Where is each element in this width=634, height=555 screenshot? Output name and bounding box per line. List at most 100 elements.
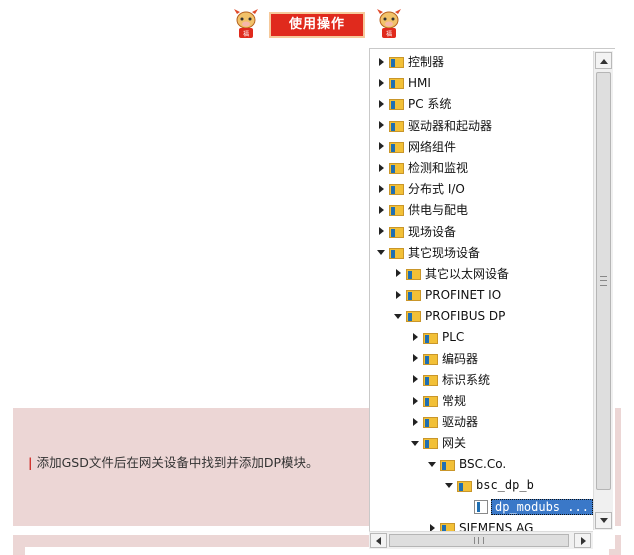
- expand-arrow-right-icon[interactable]: [376, 99, 386, 109]
- tree-item-label: PROFIBUS DP: [425, 308, 506, 323]
- tree-item[interactable]: 标识系统: [370, 369, 594, 390]
- ox-mascot-icon: 福: [234, 9, 258, 38]
- device-icon: [474, 499, 488, 514]
- horizontal-scroll-thumb[interactable]: [389, 534, 569, 547]
- folder-icon: [440, 458, 456, 471]
- tree-item-label: 驱动器: [442, 415, 479, 430]
- tree-item[interactable]: 网关: [370, 432, 594, 453]
- tree-item-label: 现场设备: [408, 224, 457, 239]
- folder-icon: [406, 267, 422, 280]
- folder-icon: [389, 140, 405, 153]
- expand-arrow-right-icon[interactable]: [410, 353, 420, 363]
- expand-arrow-down-icon[interactable]: [393, 311, 403, 321]
- folder-icon: [389, 119, 405, 132]
- expand-arrow-down-icon[interactable]: [376, 247, 386, 257]
- scroll-down-icon[interactable]: [595, 512, 612, 529]
- tree-item-label: 控制器: [408, 55, 445, 70]
- folder-icon: [423, 331, 439, 344]
- expand-arrow-right-icon[interactable]: [410, 396, 420, 406]
- tree-item-label: 供电与配电: [408, 203, 469, 218]
- tree-item-label: 其它以太网设备: [425, 266, 510, 281]
- expand-arrow-right-icon[interactable]: [376, 141, 386, 151]
- tree-item[interactable]: 控制器: [370, 51, 594, 72]
- tree-item[interactable]: dp_modubs ...: [370, 496, 594, 517]
- expand-arrow-right-icon[interactable]: [376, 205, 386, 215]
- expand-arrow-right-icon[interactable]: [410, 374, 420, 384]
- tree-item[interactable]: 分布式 I/O: [370, 178, 594, 199]
- tree-item[interactable]: 现场设备: [370, 221, 594, 242]
- expand-arrow-right-icon[interactable]: [376, 57, 386, 67]
- tree-item[interactable]: 其它现场设备: [370, 242, 594, 263]
- expand-arrow-right-icon[interactable]: [376, 78, 386, 88]
- folder-icon: [406, 288, 422, 302]
- folder-icon: [423, 415, 439, 429]
- folder-icon: [389, 55, 405, 69]
- tree-item-label: 网关: [442, 436, 467, 451]
- tree-item-label: BSC.Co.: [459, 457, 507, 472]
- expand-arrow-down-icon[interactable]: [427, 459, 437, 469]
- folder-icon: [457, 479, 473, 492]
- section-title: 使用操作: [269, 12, 365, 38]
- ox-mascot-icon: 福: [377, 9, 401, 38]
- tree-item-label: 驱动器和起动器: [408, 118, 493, 133]
- catalog-tree[interactable]: 控制器 HMI PC 系统驱动器和起动器网络组件检测和监视分布式 I/O 供电与配电现…: [369, 48, 615, 549]
- tree-item[interactable]: 网络组件: [370, 136, 594, 157]
- expand-arrow-right-icon[interactable]: [376, 184, 386, 194]
- scroll-left-icon[interactable]: [370, 533, 387, 548]
- tree-item[interactable]: 编码器: [370, 348, 594, 369]
- scroll-up-icon[interactable]: [595, 52, 612, 69]
- folder-icon: [389, 76, 405, 90]
- scroll-right-icon[interactable]: [574, 533, 591, 548]
- folder-icon: [406, 309, 422, 323]
- folder-icon: [389, 182, 405, 196]
- tree-item-label: 分布式 I/O: [408, 182, 465, 197]
- tree-item[interactable]: PROFINET IO: [370, 284, 594, 305]
- vertical-scrollbar[interactable]: [593, 51, 613, 530]
- svg-text:福: 福: [243, 30, 249, 38]
- tree-item[interactable]: 其它以太网设备: [370, 263, 594, 284]
- header-banner: 福 使用操作 福: [232, 8, 404, 42]
- expand-arrow-down-icon[interactable]: [444, 480, 454, 490]
- caption-text: 添加GSD文件后在网关设备中找到并添加DP模块。: [36, 455, 319, 470]
- grip-icon: [474, 537, 484, 544]
- tree-item-label: 编码器: [442, 351, 479, 366]
- folder-icon: [423, 436, 439, 450]
- tree-item[interactable]: 供电与配电: [370, 199, 594, 220]
- tree-item[interactable]: BSC.Co.: [370, 454, 594, 475]
- tree-rows: 控制器 HMI PC 系统驱动器和起动器网络组件检测和监视分布式 I/O 供电与配电现…: [370, 51, 594, 538]
- tree-item-label: 标识系统: [442, 372, 491, 387]
- svg-text:福: 福: [386, 30, 392, 38]
- folder-icon: [423, 352, 439, 365]
- expand-arrow-right-icon[interactable]: [410, 332, 420, 342]
- caption-marker: |: [28, 455, 33, 470]
- expand-arrow-right-icon[interactable]: [410, 417, 420, 427]
- expand-arrow-right-icon[interactable]: [393, 290, 403, 300]
- tree-item-label: 常规: [442, 394, 467, 409]
- vertical-scroll-thumb[interactable]: [596, 72, 611, 490]
- tree-item[interactable]: 检测和监视: [370, 157, 594, 178]
- tree-item[interactable]: PLC: [370, 326, 594, 347]
- tree-item-label: 检测和监视: [408, 161, 469, 176]
- tree-item-label: PLC: [442, 330, 465, 345]
- tree-item-label: PROFINET IO: [425, 287, 502, 302]
- expand-arrow-down-icon[interactable]: [410, 438, 420, 448]
- tree-item[interactable]: PROFIBUS DP: [370, 305, 594, 326]
- expand-arrow-right-icon[interactable]: [376, 120, 386, 130]
- folder-icon: [389, 225, 405, 238]
- tree-item-label: bsc_dp_b: [476, 478, 534, 493]
- horizontal-scrollbar[interactable]: [369, 531, 593, 549]
- tree-item[interactable]: 常规: [370, 390, 594, 411]
- expand-arrow-right-icon[interactable]: [376, 163, 386, 173]
- expand-arrow-right-icon[interactable]: [393, 268, 403, 278]
- tree-item-label: 其它现场设备: [408, 245, 481, 260]
- tree-item[interactable]: bsc_dp_b: [370, 475, 594, 496]
- tree-item[interactable]: 驱动器: [370, 411, 594, 432]
- folder-icon: [423, 373, 439, 386]
- expand-arrow-right-icon[interactable]: [376, 226, 386, 236]
- folder-icon: [389, 246, 405, 259]
- tree-item-label: HMI: [408, 75, 431, 90]
- tree-item[interactable]: HMI: [370, 72, 594, 93]
- folder-icon: [389, 161, 405, 175]
- tree-item[interactable]: PC 系统: [370, 93, 594, 114]
- tree-item[interactable]: 驱动器和起动器: [370, 115, 594, 136]
